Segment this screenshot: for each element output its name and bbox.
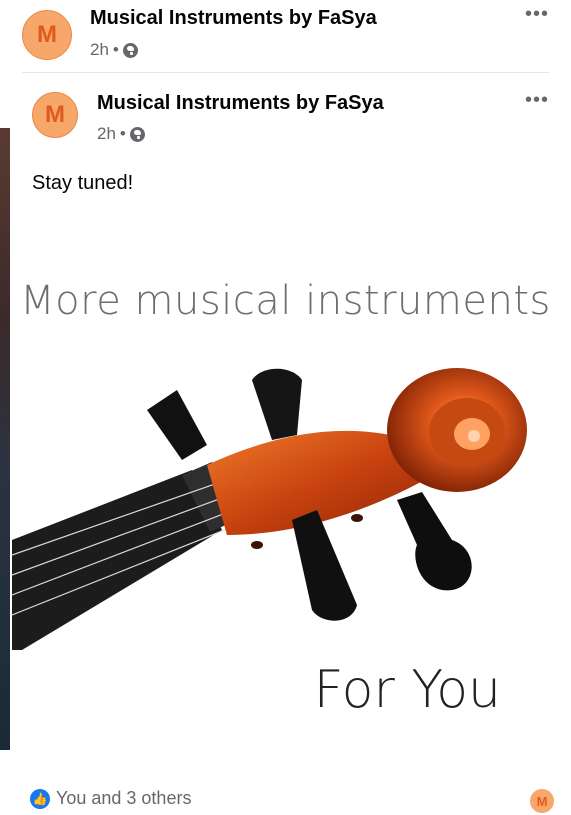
shared-post-border xyxy=(0,128,10,750)
page-avatar[interactable]: M xyxy=(32,92,78,138)
reactions-text: You and 3 others xyxy=(56,788,192,808)
globe-icon xyxy=(129,126,145,142)
reactor-avatar[interactable]: M xyxy=(530,789,554,813)
page-avatar[interactable]: M xyxy=(22,10,72,60)
divider xyxy=(22,72,549,73)
page-name-link[interactable]: Musical Instruments by FaSya xyxy=(90,7,377,30)
page-name-link[interactable]: Musical Instruments by FaSya xyxy=(97,92,384,115)
globe-icon xyxy=(122,42,138,58)
post-meta: 2h • xyxy=(97,124,145,144)
like-icon: 👍 xyxy=(30,788,50,809)
image-footer-text: For You xyxy=(313,660,501,720)
more-options-button[interactable]: ••• xyxy=(525,90,549,110)
violin-scroll-illustration xyxy=(12,368,527,650)
post-timestamp[interactable]: 2h xyxy=(90,40,109,60)
post-image[interactable]: More musical instruments For You xyxy=(12,230,559,750)
post-timestamp[interactable]: 2h xyxy=(97,124,116,144)
reactions-summary[interactable]: 👍 You and 3 others xyxy=(30,788,191,809)
meta-separator: • xyxy=(119,124,126,143)
post-meta: 2h • xyxy=(90,40,138,60)
meta-separator: • xyxy=(112,40,119,59)
post-text: Stay tuned! xyxy=(32,172,134,194)
more-options-button[interactable]: ••• xyxy=(525,4,549,24)
shared-post-header: M Musical Instruments by FaSya 2h • ••• xyxy=(0,0,571,64)
image-headline: More musical instruments xyxy=(20,278,551,324)
original-post-header: M Musical Instruments by FaSya 2h • ••• xyxy=(0,84,571,148)
